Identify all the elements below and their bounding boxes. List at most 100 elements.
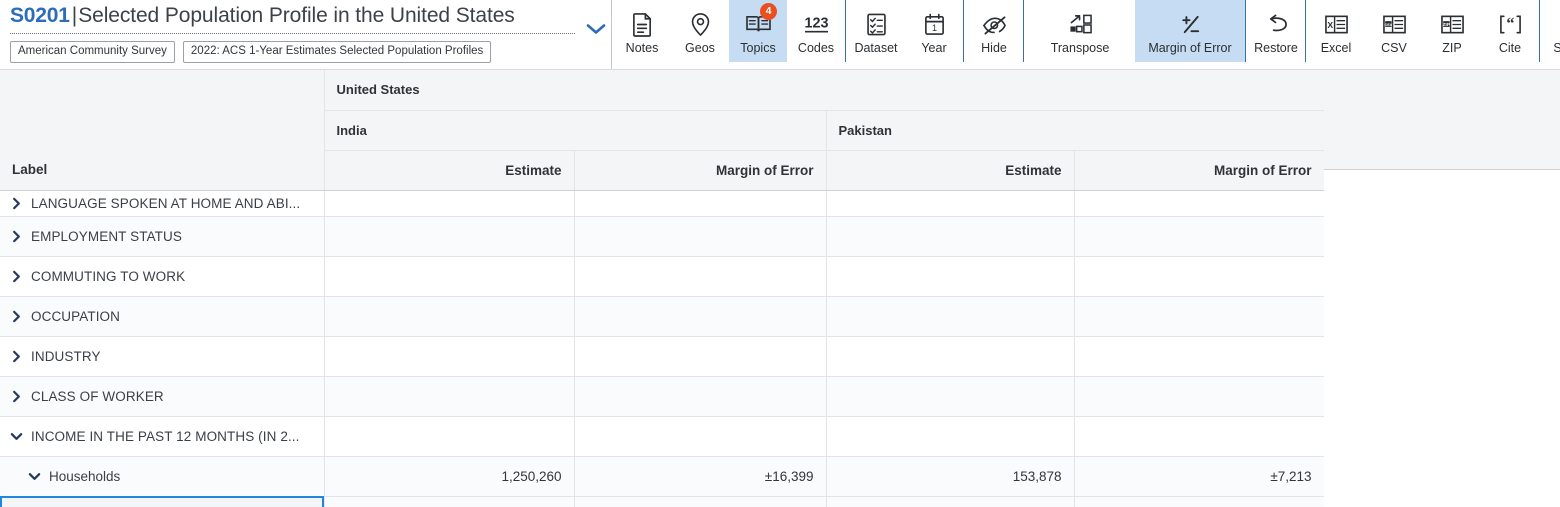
row-label-cell[interactable]: CLASS OF WORKER [0,376,325,417]
svg-text:csv: csv [1384,22,1392,27]
cell-india-margin-of-error[interactable]: ±2,237 [574,496,827,507]
cell-india-margin-of-error[interactable] [574,336,827,377]
column-header-pakistan-margin-of-error[interactable]: Margin of Error [1074,150,1325,191]
cell-india-estimate[interactable]: 1,250,260 [324,456,575,497]
cell-india-margin-of-error[interactable]: ±16,399 [574,456,827,497]
cell-pakistan-estimate[interactable] [826,296,1075,337]
cell-pakistan-estimate[interactable]: 153,878 [826,456,1075,497]
tool-dataset[interactable]: Dataset [847,0,905,62]
cell-pakistan-margin-of-error[interactable]: ±5,222 [1074,496,1325,507]
chevron-right-icon[interactable] [10,230,23,243]
row-label-cell[interactable]: INDUSTRY [0,336,325,377]
row-label-cell[interactable]: EMPLOYMENT STATUS [0,216,325,257]
chevron-right-icon[interactable] [10,310,23,323]
row-label-cell[interactable]: Households [0,456,325,497]
row-label-cell[interactable]: Median household income (dollars) [0,496,325,507]
cell-pakistan-estimate[interactable] [826,256,1075,297]
chevron-right-icon[interactable] [10,197,23,210]
cell-india-estimate[interactable] [324,190,575,217]
cell-pakistan-margin-of-error[interactable] [1074,296,1325,337]
tool-excel[interactable]: X Excel [1307,0,1365,62]
svg-text:123: 123 [804,15,828,31]
badge-survey[interactable]: American Community Survey [10,41,175,63]
tool-cite-label: Cite [1498,41,1522,55]
chevron-down-icon[interactable] [10,430,23,443]
row-label-cell[interactable]: OCCUPATION [0,296,325,337]
table-row[interactable]: INDUSTRY [0,336,1325,377]
row-label-cell[interactable]: COMMUTING TO WORK [0,256,325,297]
tool-hide[interactable]: Hide [965,0,1023,62]
cell-pakistan-estimate[interactable]: 97,436 [826,496,1075,507]
cell-india-margin-of-error[interactable] [574,216,827,257]
row-label-wrapper: CLASS OF WORKER [10,377,318,416]
chevron-right-icon[interactable] [10,390,23,403]
table-row[interactable]: LANGUAGE SPOKEN AT HOME AND ABI... [0,190,1325,217]
row-label-cell[interactable]: LANGUAGE SPOKEN AT HOME AND ABI... [0,190,325,217]
row-label-text: CLASS OF WORKER [31,388,164,404]
cell-pakistan-estimate[interactable] [826,190,1075,217]
cell-india-estimate[interactable] [324,416,575,457]
column-header-india-margin-of-error[interactable]: Margin of Error [574,150,827,191]
chevron-down-icon[interactable] [585,22,607,36]
cell-india-margin-of-error[interactable] [574,190,827,217]
cell-india-margin-of-error[interactable] [574,296,827,337]
table-row[interactable]: INCOME IN THE PAST 12 MONTHS (IN 2... [0,416,1325,457]
cell-india-estimate[interactable] [324,256,575,297]
column-header-pakistan-estimate[interactable]: Estimate [826,150,1075,191]
row-label-cell[interactable]: INCOME IN THE PAST 12 MONTHS (IN 2... [0,416,325,457]
badge-dataset-year[interactable]: 2022: ACS 1-Year Estimates Selected Popu… [182,41,492,63]
chevron-down-icon[interactable] [28,470,41,483]
cell-pakistan-estimate[interactable] [826,416,1075,457]
column-header-india-estimate[interactable]: Estimate [324,150,575,191]
tool-transpose[interactable]: Transpose [1025,0,1135,62]
tool-restore[interactable]: Restore [1247,0,1305,62]
table-row[interactable]: EMPLOYMENT STATUS [0,216,1325,257]
cell-india-margin-of-error[interactable] [574,376,827,417]
cell-pakistan-margin-of-error[interactable] [1074,416,1325,457]
table-row[interactable]: Median household income (dollars) 159,261… [0,496,1325,507]
topics-badge-count: 4 [760,3,777,20]
cell-india-estimate[interactable] [324,376,575,417]
header-group-india[interactable]: India [324,110,827,151]
chevron-right-icon[interactable] [10,270,23,283]
tool-zip[interactable]: ZIP ZIP [1423,0,1481,62]
tool-csv[interactable]: csv CSV [1365,0,1423,62]
cell-pakistan-margin-of-error[interactable] [1074,256,1325,297]
table-row[interactable]: CLASS OF WORKER [0,376,1325,417]
header-group-pakistan[interactable]: Pakistan [825,110,1325,151]
table-row[interactable]: COMMUTING TO WORK [0,256,1325,297]
toolbar-group-share: Share [1539,0,1560,62]
cell-pakistan-estimate[interactable] [826,376,1075,417]
cell-pakistan-margin-of-error[interactable]: ±7,213 [1074,456,1325,497]
cell-pakistan-margin-of-error[interactable] [1074,376,1325,417]
tool-margin-of-error[interactable]: Margin of Error [1135,0,1245,62]
tool-share[interactable]: Share [1541,0,1560,62]
cell-india-margin-of-error[interactable] [574,256,827,297]
cell-pakistan-margin-of-error[interactable] [1074,216,1325,257]
row-label-text: LANGUAGE SPOKEN AT HOME AND ABI... [31,195,301,211]
header-geography-united-states[interactable]: United States [324,70,1325,111]
tool-notes[interactable]: Notes [613,0,671,62]
cell-pakistan-estimate[interactable] [826,216,1075,257]
tool-geos[interactable]: Geos [671,0,729,62]
cell-india-margin-of-error[interactable] [574,416,827,457]
cell-pakistan-margin-of-error[interactable] [1074,336,1325,377]
cell-pakistan-estimate[interactable] [826,336,1075,377]
checklist-icon [865,9,888,39]
tool-year[interactable]: 1 Year [905,0,963,62]
table-row[interactable]: OCCUPATION [0,296,1325,337]
cell-pakistan-margin-of-error[interactable] [1074,190,1325,217]
title-badges: American Community Survey 2022: ACS 1-Ye… [10,41,611,63]
cell-india-estimate[interactable] [324,216,575,257]
tool-codes[interactable]: 123 Codes [787,0,845,62]
table-row[interactable]: Households 1,250,260 ±16,399 153,878 ±7,213 [0,456,1325,497]
svg-text:1: 1 [931,23,936,33]
tool-topics[interactable]: 4 Topics [729,0,787,62]
column-header-label[interactable]: Label [0,150,325,191]
cell-india-estimate[interactable]: 159,261 [324,496,575,507]
tool-cite[interactable]: “ Cite [1481,0,1539,62]
cell-india-estimate[interactable] [324,336,575,377]
header-corner-blank-2 [0,110,325,150]
chevron-right-icon[interactable] [10,350,23,363]
cell-india-estimate[interactable] [324,296,575,337]
